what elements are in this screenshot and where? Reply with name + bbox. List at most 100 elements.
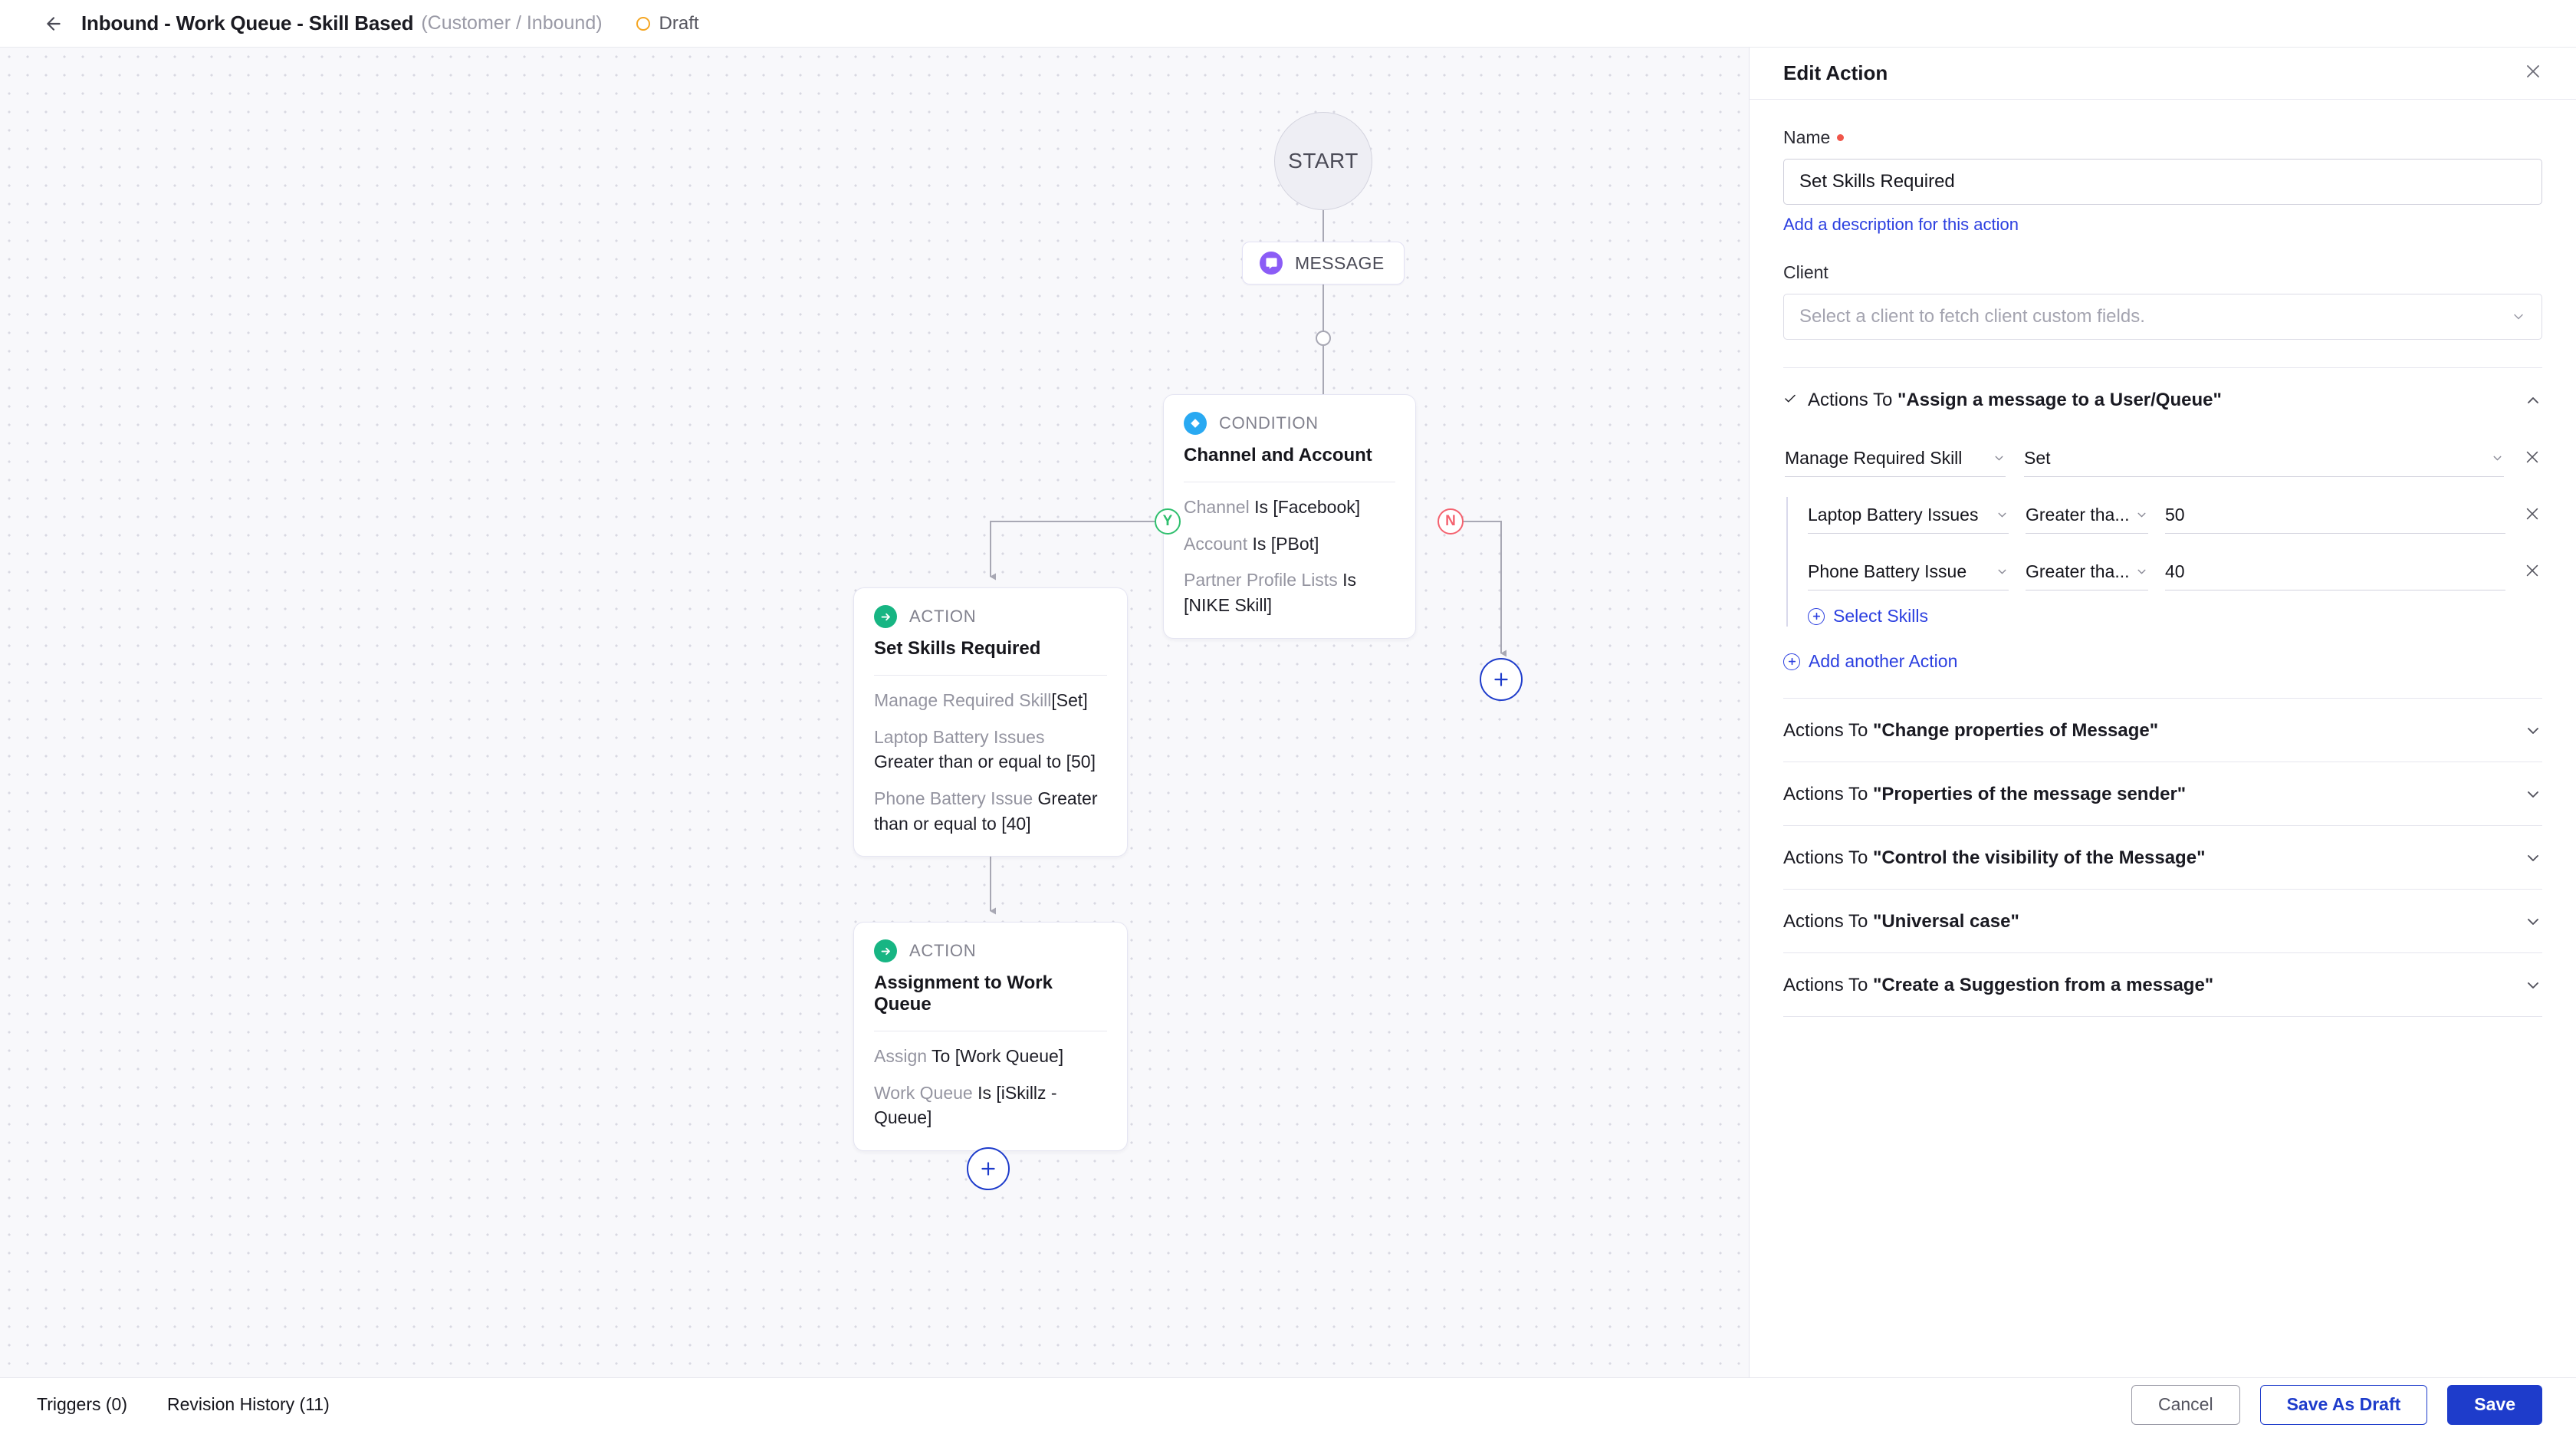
skill-threshold-input[interactable]: 40 (2165, 554, 2505, 590)
status-badge: Draft (636, 13, 699, 35)
add-description-link[interactable]: Add a description for this action (1783, 215, 2019, 235)
skill-select[interactable]: Phone Battery Issue (1808, 554, 2009, 590)
rule-key: Assign (874, 1046, 932, 1066)
back-button[interactable] (37, 7, 71, 41)
flow-builder-app: Inbound - Work Queue - Skill Based (Cust… (0, 0, 2576, 1431)
branch-no-marker[interactable]: N (1438, 508, 1464, 535)
operator-select[interactable]: Greater tha... (2026, 497, 2148, 534)
message-node-label: MESSAGE (1295, 252, 1385, 273)
flow-node-message[interactable]: MESSAGE (1242, 242, 1405, 285)
section-header-universal-case[interactable]: Actions To "Universal case" (1783, 890, 2542, 952)
condition-rule-row: Channel Is [Facebook] (1184, 495, 1395, 520)
chevron-down-icon[interactable] (2524, 976, 2542, 995)
section-header-assign-message[interactable]: Actions To "Assign a message to a User/Q… (1783, 368, 2542, 431)
section-title-name: "Universal case" (1872, 911, 2019, 932)
divider (1783, 1016, 2542, 1017)
plus-icon (1808, 607, 1825, 625)
flow-node-start[interactable]: START (1274, 112, 1372, 210)
section-header-change-properties[interactable]: Actions To "Change properties of Message… (1783, 699, 2542, 762)
flow-node-action-set-skills[interactable]: ACTION Set Skills Required Manage Requir… (853, 587, 1128, 857)
client-select[interactable]: Select a client to fetch client custom f… (1783, 294, 2542, 340)
skill-select[interactable]: Laptop Battery Issues (1808, 497, 2009, 534)
name-field-label: Name (1783, 127, 2542, 148)
status-label: Draft (659, 12, 699, 34)
chevron-down-icon (1993, 452, 2006, 465)
flow-node-action-assignment[interactable]: ACTION Assignment to Work Queue Assign T… (853, 922, 1128, 1151)
remove-skill-mode-button[interactable] (2522, 449, 2542, 477)
skill-mode-value-select[interactable]: Set (2024, 440, 2504, 477)
action-rule-row: Phone Battery Issue Greater than or equa… (874, 786, 1107, 836)
action-card-title: Assignment to Work Queue (874, 972, 1053, 1015)
panel-body: Name Set Skills Required Add a descripti… (1750, 100, 2576, 1377)
chevron-down-icon[interactable] (2524, 722, 2542, 740)
skill-threshold-value: 40 (2165, 561, 2185, 581)
chevron-down-icon (2491, 452, 2504, 465)
chevron-down-icon[interactable] (2524, 849, 2542, 867)
triggers-link[interactable]: Triggers (0) (37, 1394, 127, 1415)
action-card-title: Set Skills Required (874, 638, 1041, 659)
flow-node-condition[interactable]: CONDITION Channel and Account Channel Is… (1163, 394, 1416, 639)
action-rule-row: Manage Required Skill[Set] (874, 688, 1107, 713)
section-title: Actions To "Properties of the message se… (1783, 784, 2186, 805)
add-another-action-button[interactable]: Add another Action (1783, 651, 2542, 672)
remove-skill-row-button[interactable] (2522, 562, 2542, 590)
chevron-down-icon (2511, 309, 2526, 324)
section-title-prefix: Actions To (1808, 390, 1898, 410)
chevron-down-icon[interactable] (2524, 785, 2542, 804)
skill-mode-field-select[interactable]: Manage Required Skill (1785, 440, 2006, 477)
rule-key: Account (1184, 533, 1253, 554)
section-title-name: "Change properties of Message" (1872, 720, 2159, 741)
action-card-kind: ACTION (909, 607, 977, 626)
plus-icon (1783, 653, 1800, 670)
add-node-button-end[interactable] (967, 1147, 1010, 1190)
start-node-label: START (1288, 149, 1359, 173)
footer-left-links: Triggers (0) Revision History (11) (37, 1394, 330, 1415)
section-header-create-suggestion[interactable]: Actions To "Create a Suggestion from a m… (1783, 953, 2542, 1016)
operator-value: Greater tha... (2026, 561, 2130, 581)
action-card-header: ACTION (874, 939, 1107, 962)
condition-rule-row: Account Is [PBot] (1184, 531, 1395, 557)
rule-value: Greater than or equal to [50] (874, 752, 1096, 772)
skill-conditions-block: Laptop Battery Issues Greater tha... 50 … (1786, 497, 2542, 627)
page-subtitle: (Customer / Inbound) (421, 12, 603, 34)
skill-threshold-input[interactable]: 50 (2165, 497, 2505, 534)
branch-yes-marker[interactable]: Y (1155, 508, 1181, 535)
flow-canvas[interactable]: START MESSAGE CONDITION Channel and Acco… (0, 48, 1749, 1377)
rule-value: To [Work Queue] (932, 1046, 1064, 1066)
add-node-button-no-branch[interactable] (1480, 658, 1523, 701)
divider (874, 675, 1107, 676)
section-title-prefix: Actions To (1783, 720, 1873, 741)
client-select-placeholder: Select a client to fetch client custom f… (1799, 306, 2145, 327)
plus-icon (1494, 673, 1508, 686)
chevron-down-icon (2135, 565, 2148, 578)
cancel-button[interactable]: Cancel (2131, 1384, 2240, 1425)
operator-value: Greater tha... (2026, 505, 2130, 525)
section-header-message-sender[interactable]: Actions To "Properties of the message se… (1783, 762, 2542, 825)
section-title-name: "Properties of the message sender" (1872, 784, 2187, 804)
rule-key: Work Queue (874, 1082, 978, 1103)
select-skills-button[interactable]: Select Skills (1808, 606, 2542, 627)
chevron-down-icon[interactable] (2524, 913, 2542, 931)
section-title-prefix: Actions To (1783, 975, 1873, 995)
section-header-visibility[interactable]: Actions To "Control the visibility of th… (1783, 826, 2542, 889)
rule-key: Channel (1184, 497, 1255, 517)
chevron-down-icon (1996, 508, 2009, 521)
condition-diamond-icon (1184, 412, 1207, 435)
status-dot-icon (636, 16, 650, 31)
panel-title: Edit Action (1783, 61, 1888, 84)
name-label-text: Name (1783, 127, 1831, 147)
skill-threshold-value: 50 (2165, 505, 2185, 525)
skill-mode-field-value: Manage Required Skill (1785, 448, 1963, 468)
chevron-up-icon[interactable] (2524, 391, 2542, 410)
operator-select[interactable]: Greater tha... (2026, 554, 2148, 590)
name-input[interactable]: Set Skills Required (1783, 159, 2542, 205)
select-skills-label: Select Skills (1833, 606, 1928, 626)
panel-header: Edit Action (1750, 48, 2576, 100)
revision-history-link[interactable]: Revision History (11) (167, 1394, 330, 1415)
save-button[interactable]: Save (2447, 1384, 2542, 1425)
skill-value: Phone Battery Issue (1808, 561, 1967, 581)
remove-skill-row-button[interactable] (2522, 505, 2542, 534)
save-as-draft-button[interactable]: Save As Draft (2259, 1384, 2428, 1425)
section-title: Actions To "Universal case" (1783, 911, 2019, 933)
close-icon[interactable] (2524, 62, 2542, 85)
